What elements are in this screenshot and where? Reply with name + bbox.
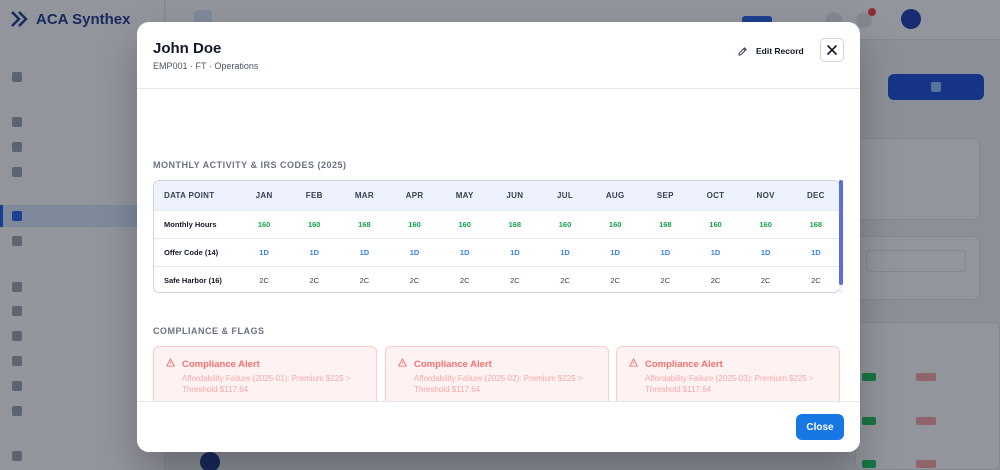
alert-title: Compliance Alert bbox=[182, 359, 260, 370]
warning-icon bbox=[629, 358, 638, 367]
table-cell: 160 bbox=[709, 219, 722, 229]
table-cell: 1D bbox=[459, 247, 470, 257]
table-cell: 2C bbox=[811, 275, 821, 285]
table-cell: 2C bbox=[510, 275, 520, 285]
table-cell: 2C bbox=[660, 275, 671, 285]
table-cell: 2C bbox=[560, 275, 570, 285]
table-cell: 1D bbox=[560, 247, 570, 257]
compliance-alert-card: Compliance Alert Affordability Failure (… bbox=[385, 346, 609, 401]
employee-detail-modal: John Doe EMP001 · FT · Operations Edit R… bbox=[137, 22, 860, 452]
table-cell: 2C bbox=[309, 275, 320, 285]
column-header: MAY bbox=[455, 190, 474, 200]
column-header: JUN bbox=[506, 190, 524, 200]
column-header: AUG bbox=[605, 190, 625, 200]
table-row-offer-code: Offer Code (14) 1D 1D 1D 1D 1D 1D 1D 1D … bbox=[154, 238, 839, 266]
column-header: APR bbox=[405, 190, 424, 200]
column-header: FEB bbox=[305, 190, 323, 200]
column-header: DATA POINT bbox=[164, 190, 215, 200]
table-cell: 2C bbox=[259, 275, 269, 285]
alert-description: Affordability Failure (2025-01): Premium… bbox=[182, 374, 351, 394]
table-cell: 2C bbox=[459, 275, 470, 285]
table-cell: 2C bbox=[610, 275, 620, 285]
table-cell: 2C bbox=[359, 275, 370, 285]
table-cell: 168 bbox=[358, 219, 371, 229]
table-cell: 1D bbox=[309, 247, 320, 257]
table-cell: 1D bbox=[760, 247, 771, 257]
alert-title: Compliance Alert bbox=[414, 359, 492, 370]
section-title-activity: MONTHLY ACTIVITY & IRS CODES (2025) bbox=[153, 160, 347, 170]
alert-title: Compliance Alert bbox=[645, 359, 723, 370]
table-cell: 160 bbox=[307, 219, 321, 229]
table-cell: 1D bbox=[710, 247, 721, 257]
table-cell: 160 bbox=[558, 219, 572, 229]
modal-footer: Close bbox=[137, 401, 860, 452]
table-cell: 1D bbox=[660, 247, 671, 257]
table-header-row: DATA POINT JAN FEB MAR APR MAY JUN JUL A… bbox=[154, 181, 839, 210]
column-header: DEC bbox=[806, 190, 825, 200]
table-cell: 168 bbox=[508, 219, 522, 229]
table-cell: 160 bbox=[759, 219, 772, 229]
edit-record-button[interactable]: Edit Record bbox=[737, 42, 804, 60]
modal-subtitle: EMP001 · FT · Operations bbox=[153, 61, 259, 71]
table-cell: 1D bbox=[811, 247, 821, 257]
row-label: Safe Harbor (16) bbox=[164, 275, 222, 285]
edit-record-label: Edit Record bbox=[756, 46, 804, 56]
section-title-compliance: COMPLIANCE & FLAGS bbox=[153, 326, 265, 336]
row-label: Monthly Hours bbox=[164, 219, 217, 229]
table-row-monthly-hours: Monthly Hours 160 160 168 160 160 168 16… bbox=[154, 210, 839, 238]
table-cell: 1D bbox=[510, 247, 520, 257]
column-header: JUL bbox=[557, 190, 574, 200]
table-cell: 1D bbox=[259, 247, 269, 257]
table-cell: 168 bbox=[809, 219, 823, 229]
table-cell: 1D bbox=[610, 247, 620, 257]
table-cell: 160 bbox=[408, 219, 421, 229]
pencil-icon bbox=[738, 46, 747, 56]
alert-description: Affordability Failure (2025-03): Premium… bbox=[645, 374, 814, 394]
table-cell: 168 bbox=[659, 219, 672, 229]
column-header: JAN bbox=[255, 190, 273, 200]
table-scrollbar-thumb[interactable] bbox=[839, 180, 843, 285]
table-cell: 160 bbox=[257, 219, 271, 229]
column-header: MAR bbox=[354, 190, 374, 200]
compliance-alert-card: Compliance Alert Affordability Failure (… bbox=[153, 346, 377, 401]
monthly-activity-table[interactable]: DATA POINT JAN FEB MAR APR MAY JUN JUL A… bbox=[153, 180, 840, 293]
warning-icon bbox=[166, 358, 175, 367]
table-cell: 1D bbox=[409, 247, 420, 257]
warning-icon bbox=[398, 358, 407, 367]
table-cell: 1D bbox=[359, 247, 370, 257]
modal-title: John Doe bbox=[153, 40, 222, 57]
column-header: SEP bbox=[656, 190, 674, 200]
column-header: NOV bbox=[756, 190, 775, 200]
table-cell: 160 bbox=[458, 219, 471, 229]
alert-description: Affordability Failure (2025-02): Premium… bbox=[414, 374, 583, 394]
row-label: Offer Code (14) bbox=[164, 247, 219, 257]
table-cell: 160 bbox=[608, 219, 622, 229]
compliance-alert-card: Compliance Alert Affordability Failure (… bbox=[616, 346, 840, 401]
column-header: OCT bbox=[706, 190, 725, 200]
table-cell: 2C bbox=[760, 275, 771, 285]
modal-body[interactable]: MONTHLY ACTIVITY & IRS CODES (2025) DATA… bbox=[137, 89, 860, 401]
close-button[interactable]: Close bbox=[796, 414, 844, 440]
modal-header: John Doe EMP001 · FT · Operations Edit R… bbox=[137, 22, 860, 89]
close-modal-button[interactable] bbox=[820, 38, 844, 62]
close-icon bbox=[827, 45, 837, 55]
table-row-safe-harbor: Safe Harbor (16) 2C 2C 2C 2C 2C 2C 2C 2C… bbox=[154, 266, 839, 292]
table-cell: 2C bbox=[710, 275, 721, 285]
table-cell: 2C bbox=[409, 275, 420, 285]
